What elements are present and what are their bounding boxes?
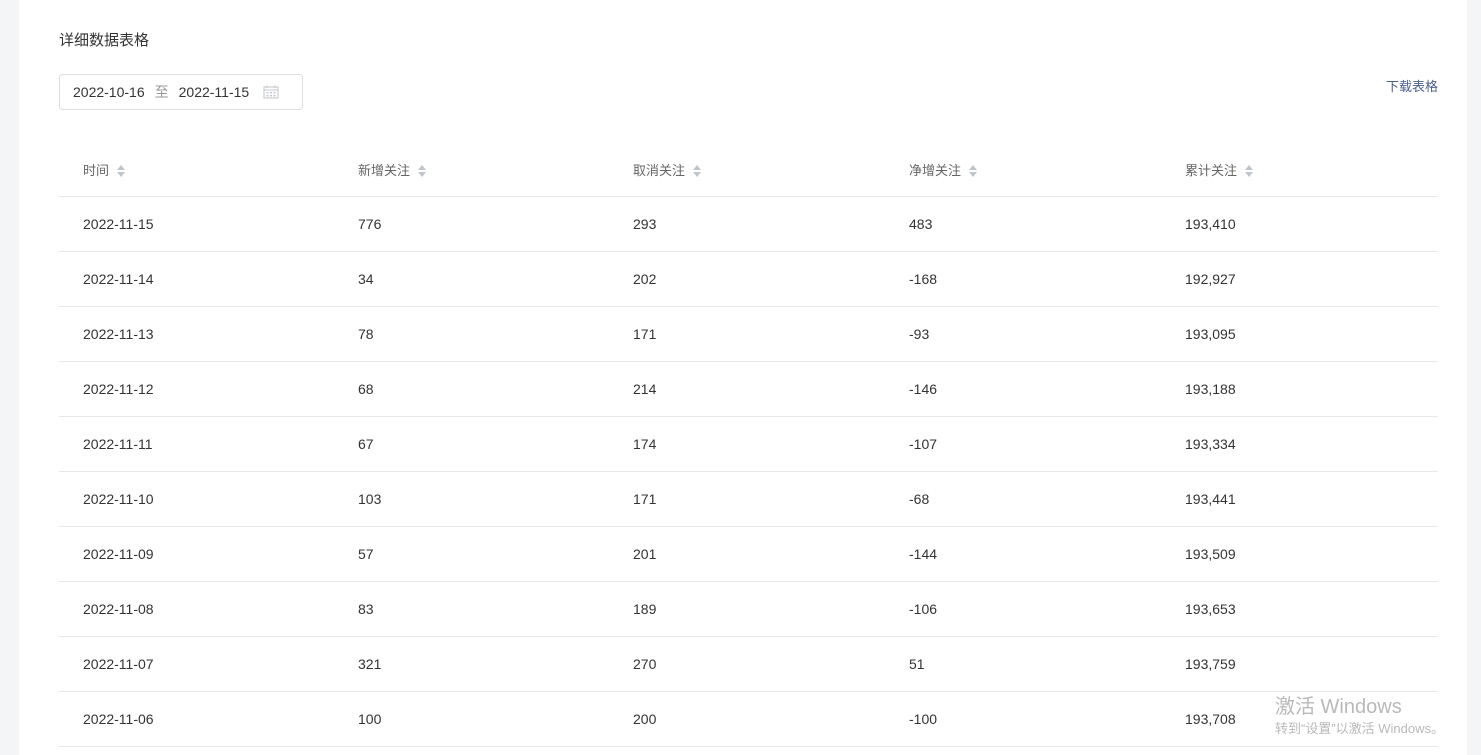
table-row: 2022-11-06 100 200 -100 193,708 <box>59 691 1438 747</box>
cell-date: 2022-11-10 <box>59 471 334 527</box>
cell-net-follows: -146 <box>885 361 1161 417</box>
date-separator: 至 <box>154 84 169 100</box>
cell-total-follows: 192,927 <box>1161 251 1438 307</box>
table-row: 2022-11-11 67 174 -107 193,334 <box>59 416 1438 472</box>
cell-unfollows: 202 <box>609 251 885 307</box>
cell-new-follows: 78 <box>334 306 609 362</box>
cell-total-follows: 193,759 <box>1161 636 1438 692</box>
column-header-time[interactable]: 时间 <box>59 142 334 197</box>
column-header-net-follows[interactable]: 净增关注 <box>885 142 1161 197</box>
cell-date: 2022-11-15 <box>59 196 334 252</box>
data-panel: 详细数据表格 2022-10-16 至 2022-11-15 下载表格 时间 新… <box>19 0 1467 755</box>
cell-net-follows: 51 <box>885 636 1161 692</box>
cell-unfollows: 201 <box>609 526 885 582</box>
cell-unfollows: 189 <box>609 581 885 637</box>
cell-unfollows: 174 <box>609 416 885 472</box>
cell-date: 2022-11-12 <box>59 361 334 417</box>
cell-net-follows: -107 <box>885 416 1161 472</box>
cell-net-follows: -93 <box>885 306 1161 362</box>
date-end[interactable]: 2022-11-15 <box>179 84 250 100</box>
column-header-label: 累计关注 <box>1185 162 1238 178</box>
cell-total-follows: 193,653 <box>1161 581 1438 637</box>
column-header-label: 净增关注 <box>909 162 962 178</box>
cell-total-follows: 193,410 <box>1161 196 1438 252</box>
sort-icon[interactable] <box>968 164 978 178</box>
column-header-unfollows[interactable]: 取消关注 <box>609 142 885 197</box>
cell-total-follows: 193,334 <box>1161 416 1438 472</box>
cell-unfollows: 171 <box>609 471 885 527</box>
date-range-picker[interactable]: 2022-10-16 至 2022-11-15 <box>59 74 303 110</box>
calendar-icon[interactable] <box>263 85 279 99</box>
cell-date: 2022-11-06 <box>59 691 334 747</box>
cell-unfollows: 293 <box>609 196 885 252</box>
watermark-subtitle: 转到“设置”以激活 Windows。 <box>1275 721 1445 736</box>
table-row: 2022-11-07 321 270 51 193,759 <box>59 636 1438 692</box>
table-row: 2022-11-14 34 202 -168 192,927 <box>59 251 1438 307</box>
cell-total-follows: 193,188 <box>1161 361 1438 417</box>
column-header-total-follows[interactable]: 累计关注 <box>1161 142 1438 197</box>
sort-icon[interactable] <box>417 164 427 178</box>
cell-date: 2022-11-09 <box>59 526 334 582</box>
cell-net-follows: -168 <box>885 251 1161 307</box>
cell-net-follows: 483 <box>885 196 1161 252</box>
cell-unfollows: 171 <box>609 306 885 362</box>
cell-date: 2022-11-14 <box>59 251 334 307</box>
table-row: 2022-11-09 57 201 -144 193,509 <box>59 526 1438 582</box>
sort-icon[interactable] <box>1244 164 1254 178</box>
cell-net-follows: -100 <box>885 691 1161 747</box>
cell-unfollows: 214 <box>609 361 885 417</box>
cell-new-follows: 100 <box>334 691 609 747</box>
table-header-row: 时间 新增关注 取消关注 净增关注 累计关注 <box>59 142 1438 197</box>
sort-icon[interactable] <box>116 164 126 178</box>
cell-new-follows: 67 <box>334 416 609 472</box>
cell-new-follows: 103 <box>334 471 609 527</box>
cell-new-follows: 34 <box>334 251 609 307</box>
download-table-link[interactable]: 下载表格 <box>1386 76 1438 95</box>
table-row: 2022-11-15 776 293 483 193,410 <box>59 196 1438 252</box>
sort-icon[interactable] <box>692 164 702 178</box>
cell-new-follows: 83 <box>334 581 609 637</box>
windows-activation-watermark: 激活 Windows 转到“设置”以激活 Windows。 <box>1275 695 1444 739</box>
cell-total-follows: 193,509 <box>1161 526 1438 582</box>
cell-net-follows: -106 <box>885 581 1161 637</box>
cell-unfollows: 270 <box>609 636 885 692</box>
watermark-title: 激活 Windows <box>1275 696 1402 718</box>
table-row: 2022-11-13 78 171 -93 193,095 <box>59 306 1438 362</box>
cell-new-follows: 57 <box>334 526 609 582</box>
cell-net-follows: -144 <box>885 526 1161 582</box>
cell-date: 2022-11-07 <box>59 636 334 692</box>
table-row: 2022-11-12 68 214 -146 193,188 <box>59 361 1438 417</box>
cell-new-follows: 68 <box>334 361 609 417</box>
data-table: 时间 新增关注 取消关注 净增关注 累计关注 2022-11-15 776 29… <box>59 142 1438 747</box>
cell-date: 2022-11-13 <box>59 306 334 362</box>
cell-new-follows: 776 <box>334 196 609 252</box>
table-row: 2022-11-10 103 171 -68 193,441 <box>59 471 1438 527</box>
column-header-label: 取消关注 <box>633 162 686 178</box>
cell-unfollows: 200 <box>609 691 885 747</box>
column-header-label: 新增关注 <box>358 162 411 178</box>
cell-date: 2022-11-11 <box>59 416 334 472</box>
column-header-new-follows[interactable]: 新增关注 <box>334 142 609 197</box>
column-header-label: 时间 <box>83 162 110 178</box>
cell-new-follows: 321 <box>334 636 609 692</box>
cell-net-follows: -68 <box>885 471 1161 527</box>
cell-date: 2022-11-08 <box>59 581 334 637</box>
section-title: 详细数据表格 <box>59 32 150 49</box>
cell-total-follows: 193,441 <box>1161 471 1438 527</box>
table-row: 2022-11-08 83 189 -106 193,653 <box>59 581 1438 637</box>
cell-total-follows: 193,095 <box>1161 306 1438 362</box>
date-start[interactable]: 2022-10-16 <box>73 84 145 100</box>
